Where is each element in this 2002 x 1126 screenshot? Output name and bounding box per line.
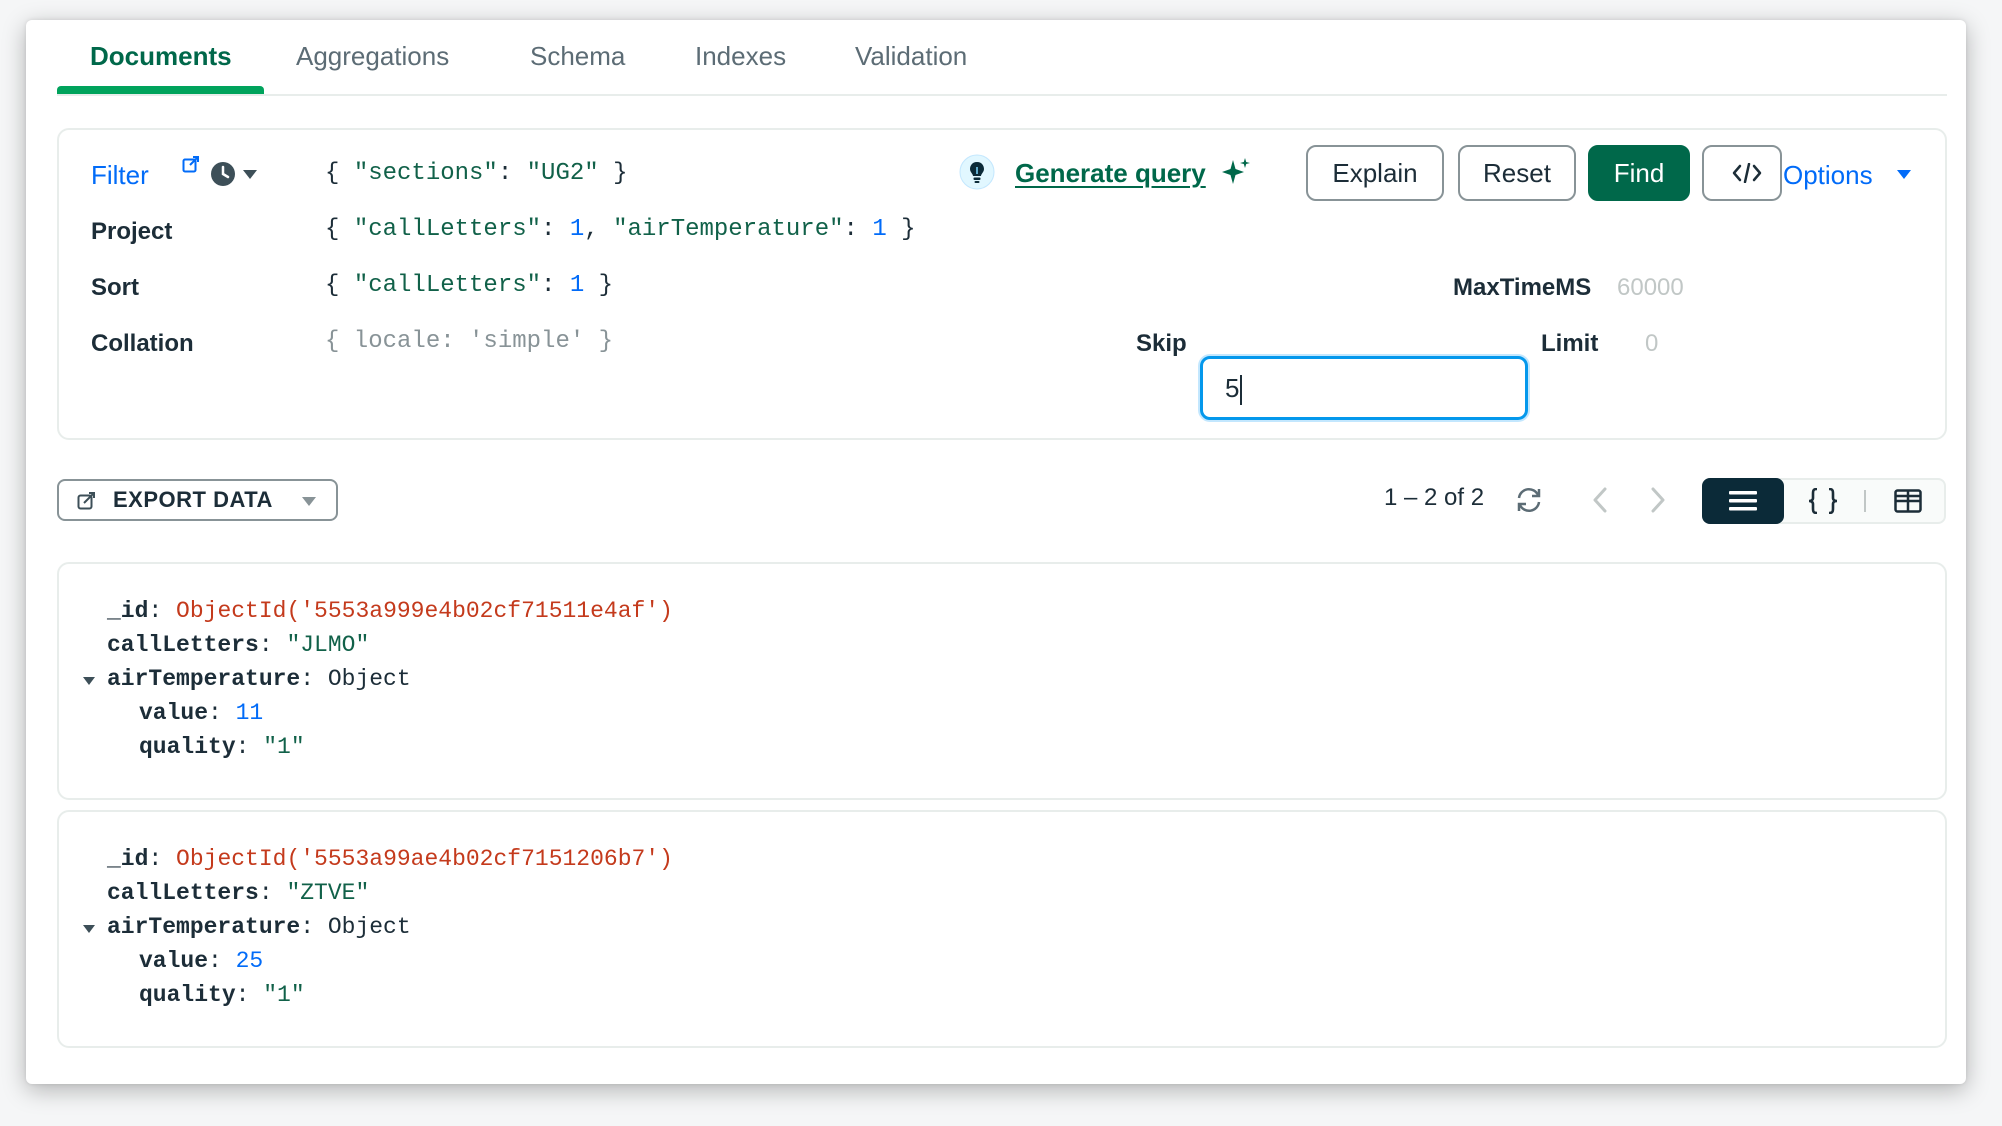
text-cursor: [1240, 375, 1243, 406]
doc-field-airtemperature: airTemperature: Object: [107, 914, 411, 940]
doc-field-quality: quality: "1": [139, 734, 305, 760]
history-caret-down-icon[interactable]: [243, 170, 257, 180]
chevron-right-icon[interactable]: [1648, 486, 1668, 514]
export-icon: [77, 492, 95, 510]
tab-validation[interactable]: Validation: [855, 38, 967, 94]
skip-input[interactable]: 5: [1200, 356, 1528, 420]
filter-help-link[interactable]: Filter: [91, 160, 149, 191]
options-toggle[interactable]: Options: [1783, 160, 1873, 191]
find-button[interactable]: Find: [1588, 145, 1690, 201]
query-history-icon[interactable]: [209, 160, 237, 188]
view-toggle: [1702, 478, 1946, 524]
sort-editor[interactable]: { "callLetters": 1 }: [325, 272, 613, 299]
reset-button[interactable]: Reset: [1458, 145, 1576, 201]
limit-input[interactable]: 0: [1645, 330, 1658, 358]
active-tab-indicator: [57, 86, 264, 94]
options-caret-down-icon[interactable]: [1897, 170, 1911, 180]
curly-braces-icon: [1808, 488, 1838, 514]
table-view-button[interactable]: [1880, 478, 1940, 524]
chevron-left-icon[interactable]: [1590, 486, 1610, 514]
external-link-icon: [182, 156, 199, 173]
export-to-language-button[interactable]: [1702, 145, 1782, 201]
doc-field-callletters: callLetters: "JLMO": [107, 632, 370, 658]
sparkle-icon: [1222, 158, 1250, 184]
doc-field-airtemperature: airTemperature: Object: [107, 666, 411, 692]
export-data-button[interactable]: EXPORT DATA: [57, 479, 338, 521]
doc-field-value: value: 11: [139, 700, 264, 726]
limit-label: Limit: [1541, 330, 1599, 357]
document-card: _id: ObjectId('5553a99ae4b02cf7151206b7'…: [57, 810, 1947, 1048]
doc-field-value: value: 25: [139, 948, 264, 974]
document-card: _id: ObjectId('5553a999e4b02cf71511e4af'…: [57, 562, 1947, 800]
maxtimems-label: MaxTimeMS: [1453, 274, 1592, 301]
tab-schema[interactable]: Schema: [530, 38, 625, 94]
doc-field-id: _id: ObjectId('5553a999e4b02cf71511e4af'…: [107, 598, 673, 624]
code-icon: [1732, 163, 1762, 183]
explain-button[interactable]: Explain: [1306, 145, 1444, 201]
table-icon: [1894, 489, 1922, 513]
query-bar: Filter { "sections": "UG2" } Generate qu…: [57, 128, 1947, 440]
list-icon: [1729, 491, 1757, 511]
expand-caret-icon[interactable]: [83, 924, 95, 934]
view-toggle-divider: [1864, 490, 1866, 512]
export-data-label: EXPORT DATA: [113, 487, 273, 512]
tab-indexes[interactable]: Indexes: [695, 38, 786, 94]
doc-field-id: _id: ObjectId('5553a99ae4b02cf7151206b7'…: [107, 846, 673, 872]
collation-label: Collation: [91, 330, 194, 357]
collation-editor[interactable]: { locale: 'simple' }: [325, 328, 613, 355]
sort-label: Sort: [91, 274, 139, 301]
doc-field-quality: quality: "1": [139, 982, 305, 1008]
maxtimems-input[interactable]: 60000: [1617, 274, 1684, 302]
list-view-button[interactable]: [1702, 478, 1784, 524]
doc-field-callletters: callLetters: "ZTVE": [107, 880, 370, 906]
project-label: Project: [91, 218, 173, 245]
json-view-button[interactable]: [1800, 478, 1850, 524]
project-editor[interactable]: { "callLetters": 1, "airTemperature": 1 …: [325, 216, 916, 243]
refresh-icon[interactable]: [1514, 485, 1544, 515]
collection-window: Documents Aggregations Schema Indexes Va…: [26, 20, 1966, 1084]
skip-label: Skip: [1136, 330, 1187, 357]
filter-editor[interactable]: { "sections": "UG2" }: [325, 160, 627, 187]
generate-query-link[interactable]: Generate query: [1015, 158, 1206, 189]
tab-aggregations[interactable]: Aggregations: [296, 38, 449, 94]
export-caret-down-icon: [302, 497, 316, 506]
pagination-summary: 1 – 2 of 2: [1384, 484, 1485, 511]
ai-bulb-icon: [959, 154, 995, 190]
expand-caret-icon[interactable]: [83, 676, 95, 686]
